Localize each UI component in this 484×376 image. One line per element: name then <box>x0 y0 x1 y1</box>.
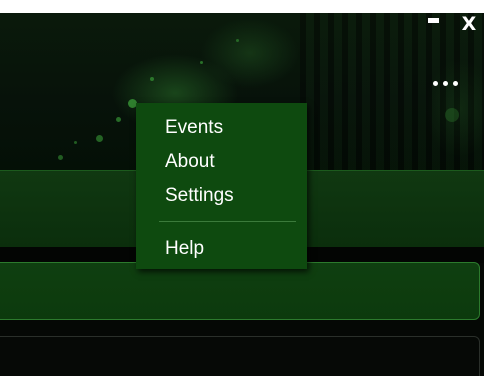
more-dots-icon <box>433 81 438 86</box>
minimize-icon <box>428 18 439 23</box>
sparkle-dot <box>96 135 103 142</box>
menu-item-label: Events <box>165 117 224 138</box>
close-icon: X <box>461 13 477 35</box>
sparkle-dot <box>74 141 77 144</box>
sparkle-dot <box>116 117 121 122</box>
menu-item-label: About <box>165 151 215 172</box>
menu-item-help[interactable]: Help <box>136 232 307 266</box>
sparkle-dot <box>58 155 63 160</box>
green-panel <box>0 262 480 320</box>
more-options-button[interactable] <box>430 75 464 91</box>
dark-panel <box>0 336 480 376</box>
menu-item-label: Help <box>165 238 205 259</box>
sparkle-dot <box>236 39 239 42</box>
menu-item-label: Settings <box>165 185 234 206</box>
menu-divider <box>159 221 296 222</box>
menu-item-about[interactable]: About <box>136 145 307 179</box>
overflow-menu: Events About Settings Help <box>136 103 307 269</box>
more-dots-icon <box>443 81 448 86</box>
minimize-button[interactable] <box>424 15 442 29</box>
menu-item-events[interactable]: Events <box>136 111 307 145</box>
sparkle-dot <box>445 108 459 122</box>
menu-item-settings[interactable]: Settings <box>136 179 307 213</box>
close-button[interactable]: X <box>457 13 481 35</box>
screen: X Events About Settings Help <box>0 0 484 376</box>
more-dots-icon <box>453 81 458 86</box>
header-stripes <box>300 13 484 173</box>
top-edge <box>0 0 484 13</box>
sparkle-dot <box>200 61 203 64</box>
sparkle-dot <box>150 77 154 81</box>
